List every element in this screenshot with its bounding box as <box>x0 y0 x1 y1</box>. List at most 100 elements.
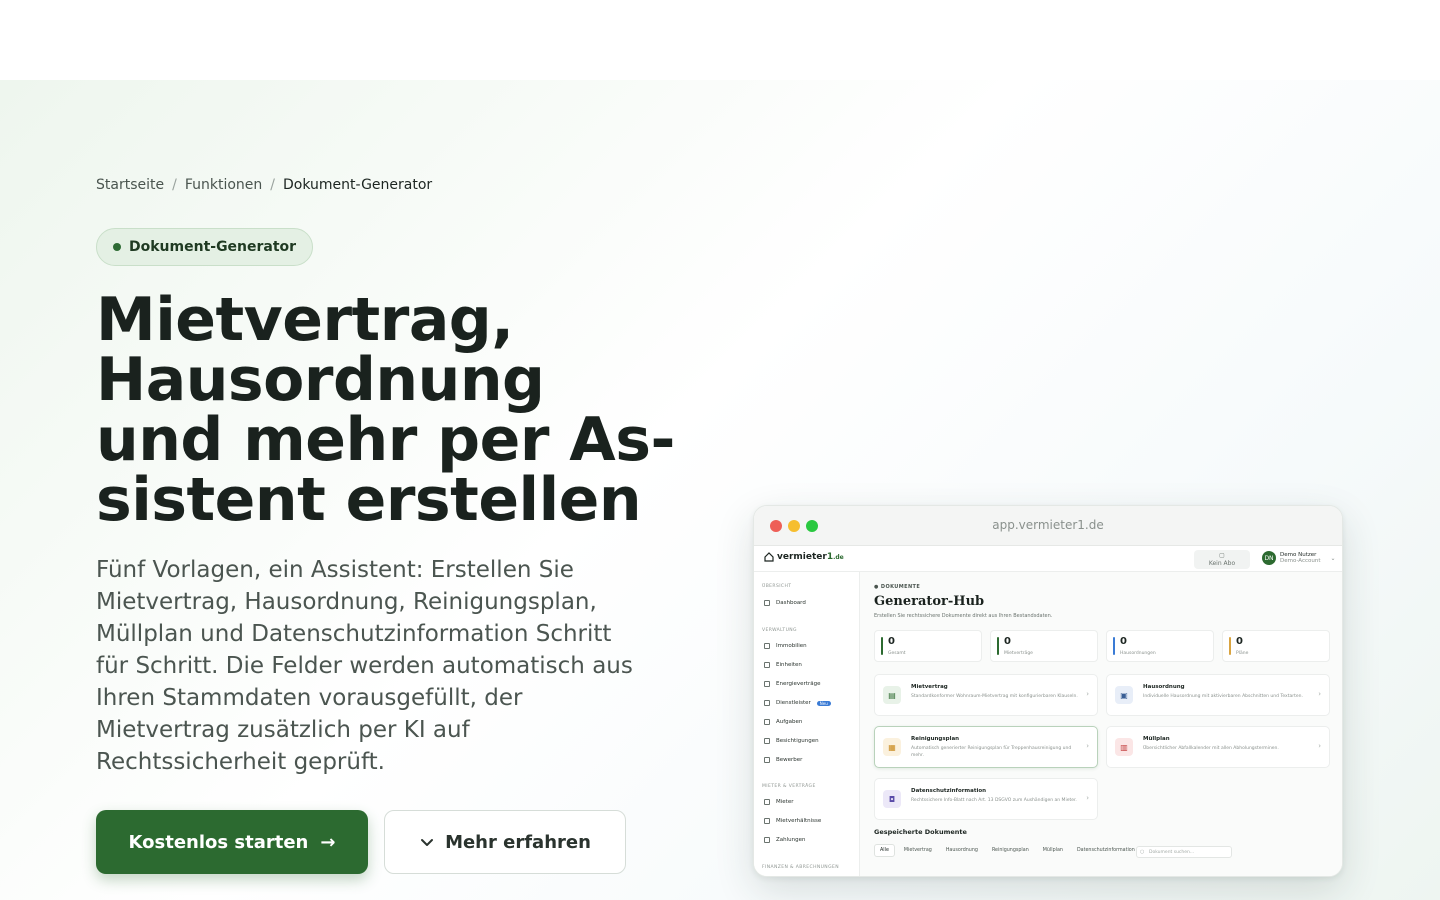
template-card-privacy-info[interactable]: ◘ Datenschutzinformation Rechtssichere I… <box>874 778 1098 820</box>
app-header: vermieter1.de ▢ Kein Abo DN Demo Nutzer … <box>754 546 1342 572</box>
calendar-icon: ▦ <box>883 738 901 756</box>
document-filter-tabs: Alle Mietvertrag Hausordnung Reinigungsp… <box>874 844 1140 857</box>
chevron-right-icon: › <box>1086 742 1089 750</box>
app-sidebar: ÜBERSICHT Dashboard VERWALTUNG Immobilie… <box>754 572 860 876</box>
learn-more-label: Mehr erfahren <box>445 831 591 853</box>
lead-text: Fünf Vorlagen, ein Assistent: Erstellen … <box>96 554 676 778</box>
user-menu[interactable]: DN Demo Nutzer Demo-Account ⌄ <box>1262 551 1336 565</box>
sidebar-item-units[interactable]: Einheiten <box>764 662 802 668</box>
card-description: Standardkonformer Wohnraum-Mietvertrag m… <box>911 694 1078 699</box>
sidebar-item-label: Immobilien <box>776 643 807 649</box>
chevron-down-icon: ⌄ <box>1330 554 1336 562</box>
sidebar-item-providers[interactable]: Dienstleister Neu <box>764 700 831 706</box>
user-role: Demo-Account <box>1280 558 1321 564</box>
wallet-icon <box>764 837 770 843</box>
lead-line: Rechtssicherheit geprüft. <box>96 749 385 775</box>
filter-tab-cleaning-plan[interactable]: Reinigungsplan <box>987 845 1034 856</box>
bolt-icon <box>764 681 770 687</box>
page-title: Mietvertrag, Hausordnung und mehr per As… <box>96 290 716 530</box>
chevron-down-icon <box>421 839 434 846</box>
user-icon <box>764 757 770 763</box>
home-icon <box>764 600 770 606</box>
top-navigation-bar <box>0 0 1440 80</box>
lead-line: Mietvertrag zusätzlich per KI auf <box>96 717 470 743</box>
title-line: und mehr per As- <box>96 405 675 475</box>
chevron-right-icon: › <box>1318 742 1321 750</box>
badge-label: Dokument-Generator <box>129 239 297 255</box>
sidebar-section-title: MIETER & VERTRÄGE <box>762 784 816 789</box>
sidebar-item-tenants[interactable]: Mieter <box>764 799 793 805</box>
sidebar-item-label: Mieter <box>776 799 794 805</box>
hub-title: Generator-Hub <box>874 594 985 609</box>
filter-tab-all[interactable]: Alle <box>874 844 895 857</box>
breadcrumb-link-home[interactable]: Startseite <box>96 177 164 193</box>
filter-tab-lease[interactable]: Mietvertrag <box>899 845 937 856</box>
sidebar-item-tenancies[interactable]: Mietverhältnisse <box>764 818 821 824</box>
card-icon: ▢ <box>1219 552 1225 559</box>
filter-tab-house-rules[interactable]: Hausordnung <box>941 845 983 856</box>
start-free-button[interactable]: Kostenlos starten → <box>96 810 368 874</box>
sidebar-item-properties[interactable]: Immobilien <box>764 643 807 649</box>
filter-tab-waste-plan[interactable]: Müllplan <box>1038 845 1068 856</box>
sidebar-item-label: Besichtigungen <box>776 738 819 744</box>
sidebar-item-applicants[interactable]: Bewerber <box>764 757 802 763</box>
stat-accent-bar <box>881 637 883 655</box>
stat-label: Mietverträge <box>1004 651 1033 656</box>
title-line: Mietvertrag, <box>96 285 514 355</box>
feature-badge: Dokument-Generator <box>96 228 314 266</box>
stat-label: Gesamt <box>888 651 906 656</box>
chevron-right-icon: › <box>1086 794 1089 802</box>
sidebar-item-viewings[interactable]: Besichtigungen <box>764 738 819 744</box>
stat-value: 0 <box>1236 636 1243 647</box>
card-title: Müllplan <box>1143 736 1170 742</box>
card-title: Datenschutzinformation <box>911 788 987 794</box>
sidebar-item-label: Zahlungen <box>776 837 806 843</box>
template-card-house-rules[interactable]: ▣ Hausordnung Individuelle Hausordnung m… <box>1106 674 1330 716</box>
card-title: Hausordnung <box>1143 684 1185 690</box>
stat-value: 0 <box>1120 636 1127 647</box>
card-title: Reinigungsplan <box>911 736 960 742</box>
filter-tab-privacy[interactable]: Datenschutzinformation <box>1072 845 1140 856</box>
sidebar-section-title: VERWALTUNG <box>762 628 797 633</box>
sidebar-item-dashboard[interactable]: Dashboard <box>764 600 806 606</box>
card-description: Übersichtlicher Abfallkalender mit allen… <box>1143 746 1279 751</box>
sidebar-item-label: Dashboard <box>776 600 806 606</box>
breadcrumb-current: Dokument-Generator <box>283 177 433 193</box>
title-line: sistent erstellen <box>96 465 642 535</box>
grid-icon <box>764 662 770 668</box>
sidebar-section-title: FINANZEN & ABRECHNUNGEN <box>762 865 839 870</box>
learn-more-button[interactable]: Mehr erfahren <box>384 810 626 874</box>
clipboard-icon: ▣ <box>1115 686 1133 704</box>
template-card-cleaning-plan[interactable]: ▦ Reinigungsplan Automatisch generierter… <box>874 726 1098 768</box>
stat-card-total: 0 Gesamt <box>874 630 982 662</box>
lead-line: Ihren Stammdaten vorausgefüllt, der <box>96 685 523 711</box>
sidebar-item-energy[interactable]: Energieverträge <box>764 681 820 687</box>
document-search-input[interactable]: ○ Dokument suchen... <box>1136 846 1232 858</box>
lead-line: Mietvertrag, Hausordnung, Reinigungsplan… <box>96 589 597 615</box>
breadcrumb-link-features[interactable]: Funktionen <box>185 177 262 193</box>
stat-card-house-rules: 0 Hausordnungen <box>1106 630 1214 662</box>
app-preview-window: app.vermieter1.de vermieter1.de ▢ Kein A… <box>753 505 1343 877</box>
sidebar-item-payments[interactable]: Zahlungen <box>764 837 806 843</box>
breadcrumb-separator: / <box>270 177 275 193</box>
browser-titlebar: app.vermieter1.de <box>754 506 1342 546</box>
stat-label: Pläne <box>1236 651 1249 656</box>
sidebar-item-label: Energieverträge <box>776 681 821 687</box>
lock-icon: ◘ <box>883 790 901 808</box>
sidebar-item-label: Dienstleister <box>776 700 811 706</box>
subscription-status[interactable]: ▢ Kein Abo <box>1194 550 1250 569</box>
house-icon <box>764 552 774 562</box>
badge-dot-icon <box>113 243 121 251</box>
checklist-icon <box>764 719 770 725</box>
template-card-lease[interactable]: ▤ Mietvertrag Standardkonformer Wohnraum… <box>874 674 1098 716</box>
stat-accent-bar <box>997 637 999 655</box>
sidebar-item-label: Bewerber <box>776 757 803 763</box>
template-card-waste-plan[interactable]: ▥ Müllplan Übersichtlicher Abfallkalende… <box>1106 726 1330 768</box>
kicker-label: DOKUMENTE <box>880 584 921 590</box>
start-free-label: Kostenlos starten <box>128 831 309 853</box>
search-icon: ○ <box>1140 849 1145 855</box>
card-title: Mietvertrag <box>911 684 948 690</box>
sidebar-item-tasks[interactable]: Aufgaben <box>764 719 802 725</box>
gear-icon <box>764 700 770 706</box>
hero-section: Startseite / Funktionen / Dokument-Gener… <box>0 80 1440 900</box>
